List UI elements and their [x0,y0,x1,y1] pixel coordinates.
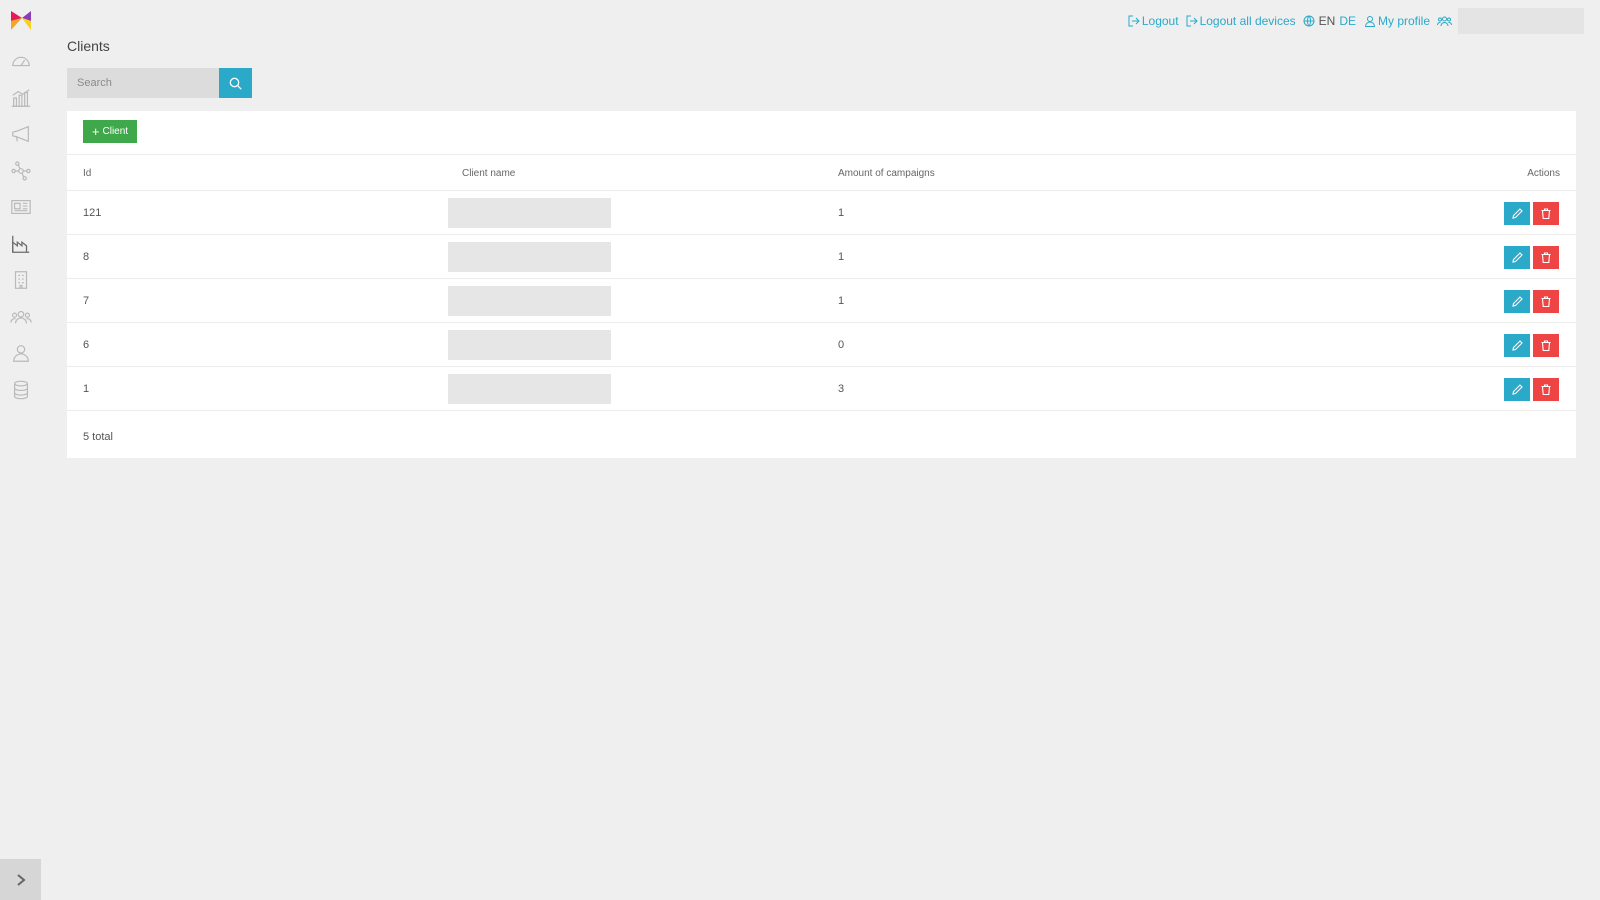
building-icon[interactable] [9,268,33,292]
brand-logo[interactable] [11,11,31,30]
table-row: 8 1 [67,235,1576,279]
network-icon[interactable] [9,159,33,183]
row-id: 7 [83,295,90,307]
add-client-button[interactable]: + Client [83,120,137,143]
user-account-display[interactable] [1458,8,1584,34]
globe-icon [1303,15,1315,27]
table-row: 1 3 [67,367,1576,411]
language-en[interactable]: EN [1319,14,1336,28]
speedometer-icon[interactable] [9,49,33,73]
row-client-name-redacted [448,374,611,404]
table-row: 6 0 [67,323,1576,367]
delete-button[interactable] [1533,334,1559,357]
row-id: 6 [83,339,90,351]
sidebar-expand-button[interactable] [0,859,41,900]
profile-icon [1364,16,1375,27]
my-profile-link[interactable]: My profile [1364,14,1430,28]
pencil-icon [1511,252,1523,263]
row-id: 121 [83,207,102,219]
row-amount-of-campaigns: 0 [838,339,845,351]
search-input[interactable] [67,68,219,98]
database-icon[interactable] [9,378,33,402]
table-row: 121 1 [67,191,1576,235]
language-switcher [1303,15,1317,27]
column-header-client-name[interactable]: Client name [462,168,515,179]
search-button[interactable] [219,68,252,98]
delete-button[interactable] [1533,246,1559,269]
users-switch-link[interactable] [1437,15,1454,27]
clients-card: + Client Id Client name Amount of campai… [67,111,1576,458]
newspaper-icon[interactable] [9,195,33,219]
factory-icon[interactable] [9,232,33,256]
trash-icon [1541,384,1551,395]
pencil-icon [1511,296,1523,307]
delete-button[interactable] [1533,290,1559,313]
trash-icon [1541,340,1551,351]
search-icon [229,77,242,90]
megaphone-icon[interactable] [9,122,33,146]
row-id: 1 [83,383,90,395]
my-profile-label: My profile [1377,14,1430,28]
trash-icon [1541,296,1551,307]
chevron-right-icon [16,873,26,886]
trash-icon [1541,208,1551,219]
delete-button[interactable] [1533,202,1559,225]
trash-icon [1541,252,1551,263]
edit-button[interactable] [1504,202,1530,225]
column-header-actions: Actions [1527,168,1560,179]
add-client-label: Client [102,126,129,137]
users-icon [1437,16,1452,27]
logout-all-icon [1186,15,1198,27]
top-bar: Logout Logout all devices EN DE My profi… [1128,8,1584,34]
logout-link[interactable]: Logout [1128,14,1179,28]
row-amount-of-campaigns: 3 [838,383,845,395]
bar-chart-icon[interactable] [9,86,33,110]
user-icon[interactable] [9,341,33,365]
row-client-name-redacted [448,198,611,228]
column-header-amount-of-campaigns[interactable]: Amount of campaigns [838,168,935,179]
edit-button[interactable] [1504,334,1530,357]
row-id: 8 [83,251,90,263]
row-client-name-redacted [448,242,611,272]
row-client-name-redacted [448,330,611,360]
logout-icon [1128,15,1140,27]
delete-button[interactable] [1533,378,1559,401]
table-row: 7 1 [67,279,1576,323]
edit-button[interactable] [1504,378,1530,401]
row-amount-of-campaigns: 1 [838,207,845,219]
page-title: Clients [67,38,110,54]
logout-all-label: Logout all devices [1199,14,1296,28]
pencil-icon [1511,384,1523,395]
table-total-count: 5 total [83,431,113,443]
pencil-icon [1511,340,1523,351]
edit-button[interactable] [1504,290,1530,313]
row-amount-of-campaigns: 1 [838,295,845,307]
group-icon[interactable] [9,305,33,329]
search-bar [67,68,252,98]
row-amount-of-campaigns: 1 [838,251,845,263]
column-header-id[interactable]: Id [83,168,91,179]
pencil-icon [1511,208,1523,219]
logout-all-devices-link[interactable]: Logout all devices [1186,14,1296,28]
logout-label: Logout [1141,14,1179,28]
sidebar [0,0,41,900]
plus-icon: + [91,124,100,139]
row-client-name-redacted [448,286,611,316]
table-header: Id Client name Amount of campaigns Actio… [67,154,1576,191]
edit-button[interactable] [1504,246,1530,269]
language-de[interactable]: DE [1339,14,1356,28]
